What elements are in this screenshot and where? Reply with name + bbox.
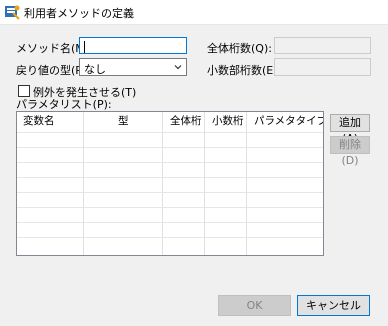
row-divider xyxy=(17,147,323,148)
param-list-label: パラメタリスト(P): xyxy=(16,98,112,111)
column-divider xyxy=(83,112,84,255)
decimal-digits-label: 小数部桁数(E): xyxy=(207,64,282,77)
column-divider xyxy=(162,112,163,255)
column-header-param-type[interactable]: パラメタタイプ xyxy=(248,112,323,130)
column-divider xyxy=(246,112,247,255)
total-digits-label: 全体桁数(Q): xyxy=(207,42,272,55)
column-divider xyxy=(204,112,205,255)
add-button[interactable]: 追加(A) xyxy=(330,114,370,145)
column-header-type[interactable]: 型 xyxy=(112,112,152,130)
decimal-digits-input[interactable] xyxy=(274,58,371,76)
title-bar: 利用者メソッドの定義 xyxy=(0,0,388,25)
ok-button-label: OK xyxy=(246,299,263,312)
cancel-button-label: キャンセル xyxy=(306,299,361,312)
row-divider xyxy=(17,222,323,223)
delete-button[interactable]: 削除(D) xyxy=(330,136,370,167)
return-type-value: なし xyxy=(84,63,106,76)
return-type-select[interactable]: なし xyxy=(79,58,187,76)
column-header-variable-name[interactable]: 変数名 xyxy=(17,112,83,130)
column-header-total-digits[interactable]: 全体桁 xyxy=(164,112,204,130)
param-table[interactable]: 変数名 型 全体桁 小数桁 パラメタタイプ xyxy=(16,111,324,256)
chevron-down-icon xyxy=(174,65,182,70)
row-divider xyxy=(17,192,323,193)
row-divider xyxy=(17,162,323,163)
delete-button-label: 削除(D) xyxy=(339,138,361,167)
window-title: 利用者メソッドの定義 xyxy=(24,7,134,20)
ok-button[interactable]: OK xyxy=(218,295,291,316)
text-caret xyxy=(84,41,85,53)
row-divider xyxy=(17,237,323,238)
method-name-input[interactable] xyxy=(79,37,187,54)
column-header-decimal-digits[interactable]: 小数桁 xyxy=(206,112,250,130)
app-icon xyxy=(5,5,20,20)
row-divider xyxy=(17,177,323,178)
cancel-button[interactable]: キャンセル xyxy=(297,295,370,316)
row-divider xyxy=(17,132,323,133)
total-digits-input[interactable] xyxy=(274,37,371,54)
row-divider xyxy=(17,207,323,208)
